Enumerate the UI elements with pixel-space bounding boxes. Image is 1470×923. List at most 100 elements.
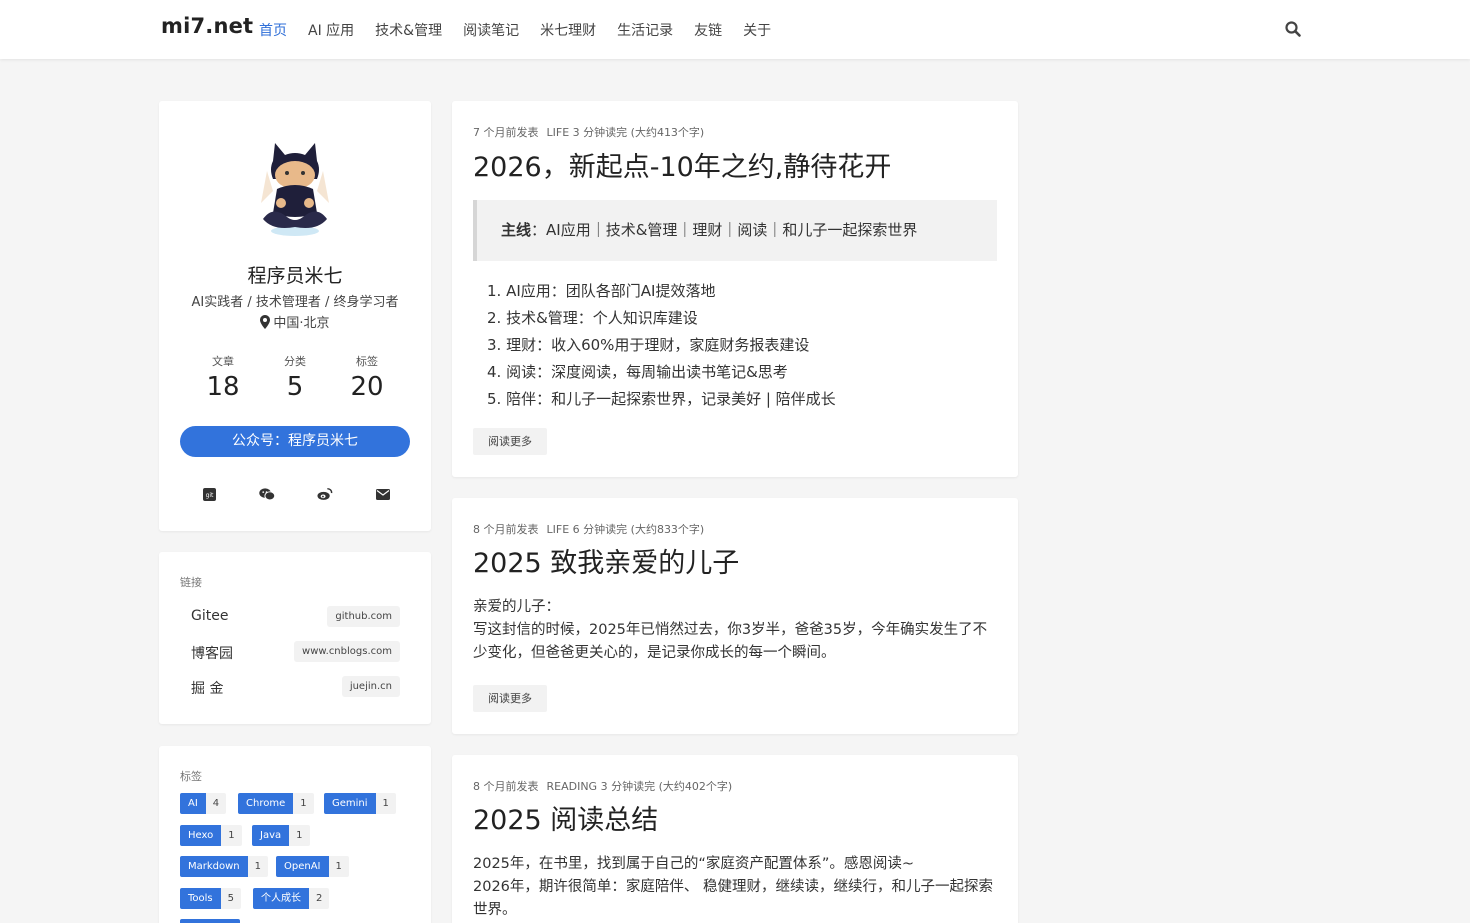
list-item-text: 技术&管理：个人知识库建设 — [506, 309, 698, 327]
post-reading-time: 3 分钟读完 (大约413个字) — [572, 126, 705, 139]
post-blockquote: 主线：AI应用｜技术&管理｜理财｜阅读｜和儿子一起探索世界 — [473, 200, 997, 261]
post-meta: 7 个月前发表 LIFE 3 分钟读完 (大约413个字) — [473, 124, 712, 140]
nav-item-about[interactable]: 关于 — [743, 20, 771, 40]
stat-posts[interactable]: 文章 18 — [187, 353, 259, 402]
stat-tags[interactable]: 标签 20 — [331, 353, 403, 402]
list-item-text: 阅读：深度阅读，每周输出读书笔记&思考 — [506, 363, 788, 381]
link-host: juejin.cn — [341, 676, 400, 697]
post-title[interactable]: 2026，新起点-10年之约,静待花开 — [473, 145, 891, 184]
post-meta: 8 个月前发表 READING 3 分钟读完 (大约402个字) — [473, 778, 740, 794]
stat-value: 20 — [350, 372, 384, 402]
nav-item-reading[interactable]: 阅读笔记 — [463, 20, 519, 40]
list-item: 4. 阅读：深度阅读，每周输出读书笔记&思考 — [487, 363, 788, 381]
link-item[interactable]: 博客园 www.cnblogs.com — [191, 641, 400, 663]
profile-location: 中国·北京 — [159, 312, 431, 331]
post-category[interactable]: LIFE — [547, 523, 570, 536]
profile-card: 程序员米七 AI实践者 / 技术管理者 / 终身学习者 中国·北京 文章 18 … — [159, 101, 431, 531]
nav-item-friends[interactable]: 友链 — [694, 20, 722, 40]
weibo-icon[interactable] — [317, 486, 333, 502]
list-item-text: AI应用：团队各部门AI提效落地 — [506, 282, 716, 300]
site-brand[interactable]: mi7.net — [161, 14, 253, 38]
list-item: 1. AI应用：团队各部门AI提效落地 — [487, 282, 716, 300]
profile-stats: 文章 18 分类 5 标签 20 — [187, 353, 403, 402]
email-icon[interactable] — [375, 486, 391, 502]
stat-value: 18 — [206, 372, 240, 402]
follow-button[interactable]: 公众号：程序员米七 — [180, 426, 410, 457]
nav-item-finance[interactable]: 米七理财 — [540, 20, 596, 40]
tags-title: 标签 — [180, 770, 202, 783]
tag-item[interactable]: 个人成长 2 — [253, 888, 330, 909]
link-name: 掘 金 — [191, 681, 224, 697]
nav-item-home[interactable]: 首页 — [259, 20, 287, 40]
post-card: 8 个月前发表 LIFE 6 分钟读完 (大约833个字) 2025 致我亲爱的儿… — [452, 498, 1018, 734]
profile-bio: AI实践者 / 技术管理者 / 终身学习者 — [191, 295, 399, 310]
stat-categories[interactable]: 分类 5 — [259, 353, 331, 402]
post-title[interactable]: 2025 致我亲爱的儿子 — [473, 541, 739, 580]
list-item: 3. 理财：收入60%用于理财，家庭财务报表建设 — [487, 336, 810, 354]
tag-item[interactable]: Java 1 — [252, 825, 310, 846]
tag-name: Markdown — [180, 856, 248, 877]
tag-name: Hexo — [180, 825, 222, 846]
location-text: 中国·北京 — [273, 316, 330, 331]
stat-value: 5 — [286, 372, 304, 402]
tag-name: 个人成长 — [253, 888, 309, 909]
links-card: 链接 Gitee github.com 博客园 www.cnblogs.com … — [159, 552, 431, 724]
stat-label: 分类 — [284, 355, 306, 368]
link-item[interactable]: 掘 金 juejin.cn — [191, 676, 400, 698]
tag-count: 1 — [375, 793, 396, 814]
post-category[interactable]: LIFE — [547, 126, 570, 139]
link-item[interactable]: Gitee github.com — [191, 606, 400, 628]
post-title[interactable]: 2025 阅读总结 — [473, 798, 658, 837]
post-excerpt-line: 2025年，在书里，找到属于自己的“家庭资产配置体系”。感恩阅读~ — [473, 856, 915, 872]
search-icon[interactable] — [1284, 20, 1302, 38]
tag-count: 5 — [220, 888, 242, 909]
tag-name: Chrome — [238, 793, 294, 814]
links-title: 链接 — [180, 576, 202, 589]
tag-item[interactable]: Chrome 1 — [238, 793, 314, 814]
tag-name: OpenAI — [276, 856, 329, 877]
tag-name: Java — [252, 825, 290, 846]
post-excerpt: 写这封信的时候，2025年已悄然过去，你3岁半，爸爸35岁，今年确实发生了不少变… — [473, 622, 988, 661]
profile-name: 程序员米七 — [247, 265, 343, 287]
tag-count: 1 — [328, 856, 349, 877]
tag-count: 1 — [289, 825, 310, 846]
top-navbar: mi7.net 首页 AI 应用 技术&管理 阅读笔记 米七理财 生活记录 友链… — [0, 0, 1470, 59]
tag-name: Tools — [180, 888, 221, 909]
tag-item[interactable]: OpenAI 1 — [276, 856, 349, 877]
read-more-button[interactable]: 阅读更多 — [473, 685, 547, 712]
post-card: 8 个月前发表 READING 3 分钟读完 (大约402个字) 2025 阅读总… — [452, 755, 1018, 923]
stat-label: 文章 — [212, 355, 234, 368]
wechat-icon[interactable] — [259, 486, 275, 502]
stat-label: 标签 — [356, 355, 378, 368]
tag-item[interactable]: Gemini 1 — [324, 793, 396, 814]
tags-card: 标签 AI 4 Chrome 1 Gemini 1 Hexo 1 Java 1 Markd… — [159, 746, 431, 923]
svg-text:git: git — [205, 492, 213, 499]
tag-count: 4 — [205, 793, 227, 814]
link-name: 博客园 — [191, 646, 233, 662]
tag-item[interactable]: AI 4 — [180, 793, 227, 814]
map-marker-icon — [260, 315, 271, 329]
post-reading-time: 3 分钟读完 (大约402个字) — [600, 780, 733, 793]
tag-count: 1 — [293, 793, 314, 814]
tag-item-partial[interactable] — [180, 919, 240, 923]
post-category[interactable]: READING — [547, 780, 598, 793]
post-date: 8 个月前发表 — [473, 780, 539, 793]
tag-count: 2 — [309, 888, 330, 909]
tag-item[interactable]: Markdown 1 — [180, 856, 269, 877]
link-host: www.cnblogs.com — [294, 641, 400, 662]
octocat-avatar — [251, 141, 339, 239]
tag-item[interactable]: Tools 5 — [180, 888, 242, 909]
read-more-button[interactable]: 阅读更多 — [473, 428, 547, 455]
tag-count: 1 — [247, 856, 269, 877]
git-icon[interactable]: git — [201, 486, 217, 502]
nav-item-tech[interactable]: 技术&管理 — [375, 20, 442, 40]
tag-item[interactable]: Hexo 1 — [180, 825, 242, 846]
post-excerpt-line: 亲爱的儿子： — [473, 599, 560, 615]
nav-item-life[interactable]: 生活记录 — [617, 20, 673, 40]
post-date: 7 个月前发表 — [473, 126, 539, 139]
nav-item-ai[interactable]: AI 应用 — [308, 20, 354, 40]
post-date: 8 个月前发表 — [473, 523, 539, 536]
list-item: 5. 陪伴：和儿子一起探索世界，记录美好 | 陪伴成长 — [487, 390, 836, 408]
main-nav: 首页 AI 应用 技术&管理 阅读笔记 米七理财 生活记录 友链 关于 — [259, 20, 792, 40]
post-excerpt: 2026年，期许很简单：家庭陪伴、 稳健理财，继续读，继续行，和儿子一起探索世界… — [473, 879, 994, 918]
